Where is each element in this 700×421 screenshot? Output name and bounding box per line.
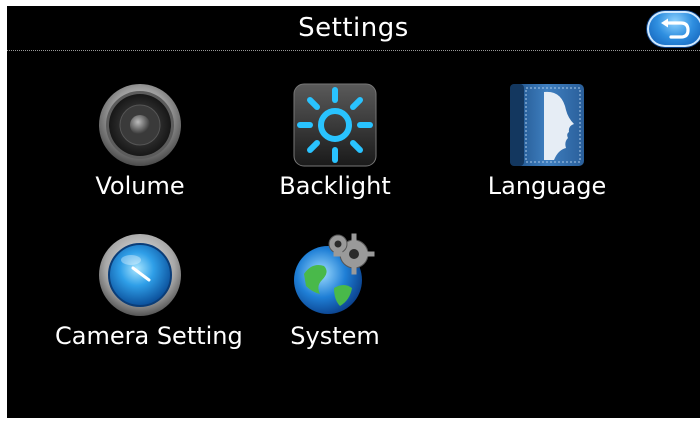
book-profile-icon bbox=[510, 84, 584, 166]
language-tile[interactable]: Language bbox=[462, 80, 632, 210]
back-arrow-icon bbox=[661, 18, 690, 39]
camera-setting-tile[interactable]: Camera Setting bbox=[55, 230, 243, 360]
volume-label: Volume bbox=[95, 172, 185, 200]
page-title: Settings bbox=[298, 13, 409, 43]
system-label: System bbox=[290, 322, 380, 350]
header-bar: Settings bbox=[7, 6, 700, 51]
speaker-icon bbox=[99, 84, 181, 166]
header-divider bbox=[7, 50, 700, 51]
camera-lens-icon bbox=[99, 234, 181, 316]
system-tile[interactable]: System bbox=[250, 230, 420, 360]
settings-screen: Settings Volume Backlight Language Camer… bbox=[7, 6, 700, 418]
globe-gears-icon bbox=[294, 233, 375, 314]
language-label: Language bbox=[487, 172, 607, 200]
sun-icon bbox=[293, 83, 377, 167]
backlight-tile[interactable]: Backlight bbox=[250, 80, 420, 210]
back-button[interactable] bbox=[647, 11, 700, 47]
volume-tile[interactable]: Volume bbox=[55, 80, 225, 210]
backlight-label: Backlight bbox=[279, 172, 391, 200]
camera-setting-label: Camera Setting bbox=[55, 322, 243, 350]
